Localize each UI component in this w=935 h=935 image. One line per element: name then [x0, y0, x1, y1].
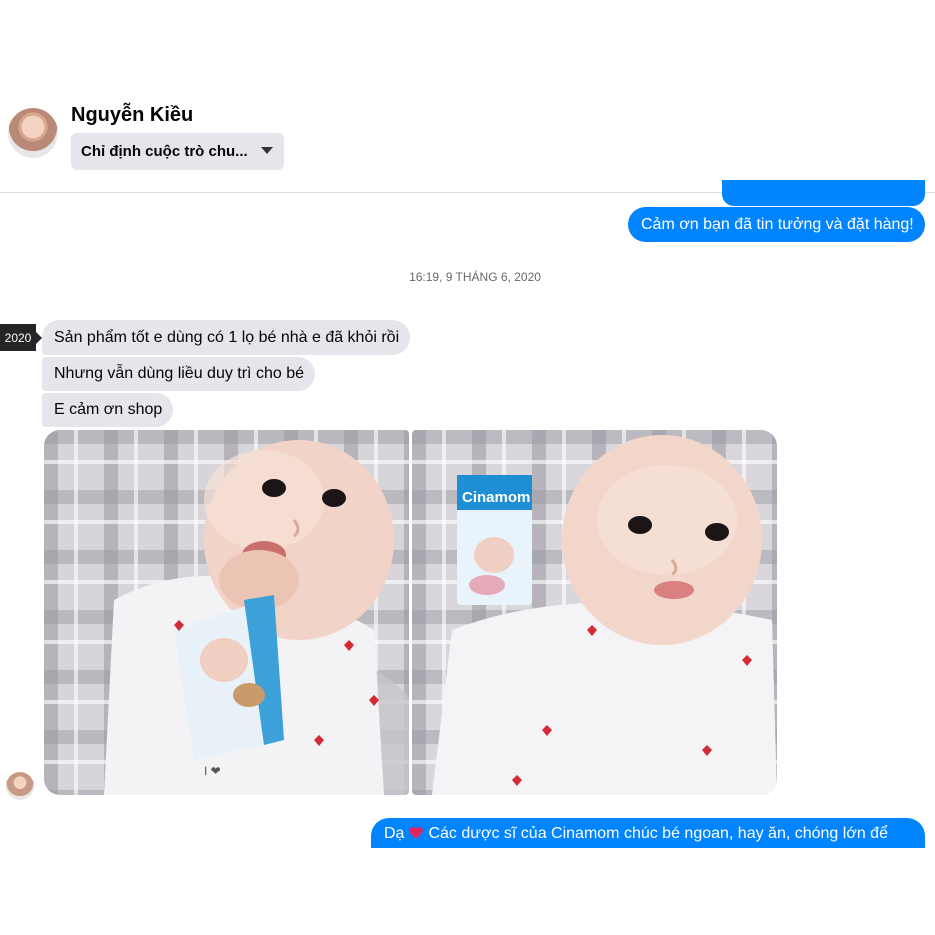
baby-photo-image: I ❤ — [44, 430, 409, 795]
attached-photo[interactable]: Cinamom — [412, 430, 777, 795]
message-prefix: Dạ — [384, 825, 405, 842]
message-text: E cảm ơn shop — [54, 401, 163, 418]
message-text: Nhưng vẫn dùng liều duy trì cho bé — [54, 365, 304, 382]
year-tooltip: 2020 — [0, 324, 42, 351]
outgoing-message: Dạ Các dược sĩ của Cinamom chúc bé ngoan… — [371, 818, 925, 848]
incoming-message: Nhưng vẫn dùng liều duy trì cho bé — [42, 357, 315, 391]
contact-name[interactable]: Nguyễn Kiều — [71, 104, 193, 127]
conversation-assign-dropdown[interactable]: Chỉ định cuộc trò chu... — [71, 133, 284, 170]
attached-photo[interactable]: I ❤ — [44, 430, 409, 795]
product-brand-label: Cinamom — [462, 489, 530, 506]
incoming-message: E cảm ơn shop — [42, 393, 173, 427]
incoming-message: Sản phẩm tốt e dùng có 1 lọ bé nhà e đã … — [42, 320, 410, 355]
conversation-assign-label: Chỉ định cuộc trò chu... — [81, 143, 248, 160]
outgoing-message-partial — [722, 180, 925, 206]
heart-icon — [409, 827, 424, 839]
conversation-header: Nguyễn Kiều Chỉ định cuộc trò chu... — [0, 0, 935, 192]
message-text: Sản phẩm tốt e dùng có 1 lọ bé nhà e đã … — [54, 328, 400, 346]
contact-avatar[interactable] — [8, 108, 58, 158]
outgoing-message: Cảm ơn bạn đã tin tưởng và đặt hàng! — [628, 207, 925, 242]
svg-text:I ❤: I ❤ — [204, 764, 221, 778]
message-text: Các dược sĩ của Cinamom chúc bé ngoan, h… — [428, 825, 888, 842]
message-timestamp: 16:19, 9 THÁNG 6, 2020 — [409, 270, 541, 284]
baby-photo-image: Cinamom — [412, 430, 777, 795]
message-text: Cảm ơn bạn đã tin tưởng và đặt hàng! — [641, 215, 914, 233]
caret-down-icon — [261, 147, 273, 154]
contact-avatar-small[interactable] — [6, 772, 34, 800]
